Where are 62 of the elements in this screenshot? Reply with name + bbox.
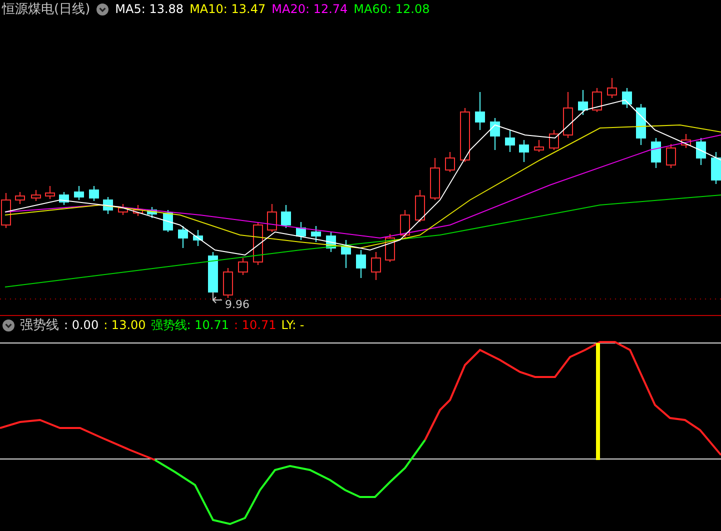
- candlestick: [208, 252, 218, 292]
- legend-value: : 13.00: [104, 318, 146, 332]
- dropdown-icon[interactable]: [2, 318, 15, 332]
- candlestick: [238, 258, 248, 276]
- candlestick: [505, 130, 515, 152]
- candlestick: [296, 222, 306, 240]
- candlestick: [163, 210, 173, 232]
- candlestick: [651, 138, 661, 168]
- candlestick: [223, 268, 233, 298]
- candlestick: [45, 186, 55, 200]
- legend-value: LY: -: [281, 318, 304, 332]
- candlestick: [622, 88, 632, 108]
- legend-value: MA60: 12.08: [354, 2, 430, 16]
- candlestick: [592, 88, 602, 112]
- candlestick: [267, 204, 277, 232]
- candlestick: [193, 230, 203, 246]
- chart-title: 恒源煤电(日线): [2, 1, 90, 18]
- candlestick: [15, 192, 25, 204]
- candlestick: [636, 104, 646, 146]
- legend-value: : 10.71: [234, 318, 276, 332]
- candlestick: [59, 192, 69, 206]
- dropdown-icon[interactable]: [96, 2, 110, 16]
- candlestick: [326, 232, 336, 252]
- candlestick: [681, 134, 691, 148]
- candlestick: [563, 92, 573, 138]
- candlestick: [711, 152, 721, 184]
- candlestick: [31, 190, 41, 202]
- candlestick: [341, 240, 351, 268]
- candlestick: [696, 138, 706, 166]
- candlestick: [253, 222, 263, 266]
- legend-value: MA20: 12.74: [272, 2, 348, 16]
- legend-value: 强势线: 10.71: [150, 316, 230, 334]
- candlestick: [549, 130, 559, 150]
- candlestick: [311, 226, 321, 242]
- candlestick: [666, 144, 676, 168]
- candlestick: [356, 250, 366, 278]
- candlestick: [430, 158, 440, 200]
- candlestick: [415, 190, 425, 222]
- candlestick: [400, 210, 410, 238]
- legend-value: : 0.00: [64, 318, 99, 332]
- candlestick: [147, 206, 157, 218]
- candlestick: [178, 226, 188, 248]
- candlestick: [519, 140, 529, 162]
- candlestick: [475, 92, 485, 130]
- indicator-title: 强势线: [20, 317, 59, 334]
- candlestick: [460, 108, 470, 162]
- candlestick: [445, 152, 455, 172]
- candlestick: [74, 186, 84, 200]
- candlestick: [490, 118, 500, 150]
- candlestick: [118, 204, 128, 216]
- legend-value: MA5: 13.88: [115, 2, 184, 16]
- candlestick: [133, 204, 143, 216]
- legend-value: MA10: 13.47: [190, 2, 266, 16]
- candlestick: [103, 196, 113, 214]
- candlestick: [607, 78, 617, 98]
- candlestick: [281, 204, 291, 228]
- candlestick: [89, 186, 99, 202]
- low-price-label: 9.96: [225, 298, 250, 311]
- candlestick: [371, 252, 381, 280]
- leader-line: [212, 292, 222, 304]
- candlestick: [578, 90, 588, 116]
- candlestick: [534, 140, 544, 152]
